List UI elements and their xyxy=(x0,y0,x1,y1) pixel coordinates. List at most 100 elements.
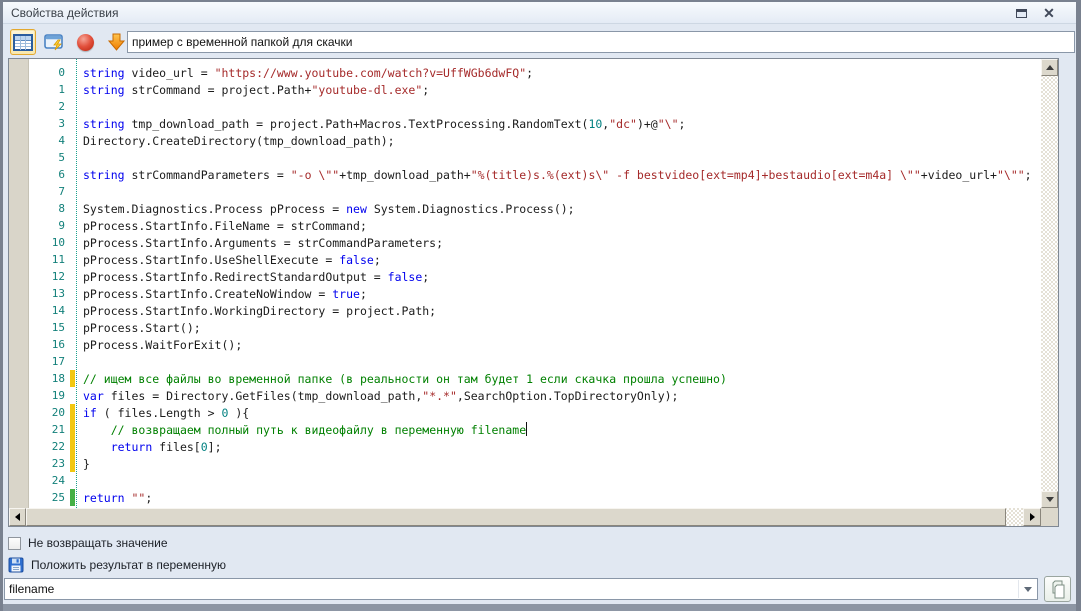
text-caret xyxy=(526,422,528,436)
change-marker xyxy=(70,455,75,472)
code-text: if ( files.Length > 0 ){ xyxy=(83,405,250,420)
line-number: 17 xyxy=(51,355,65,368)
code-text: System.Diagnostics.Process pProcess = ne… xyxy=(83,201,575,216)
code-line[interactable]: 18 // ищем все файлы во временной папке (… xyxy=(9,370,1040,387)
line-number: 18 xyxy=(51,372,65,385)
code-editor[interactable]: 0 string video_url = "https://www.youtube… xyxy=(8,58,1059,527)
change-marker xyxy=(70,251,75,268)
change-marker xyxy=(70,234,75,251)
run-button[interactable] xyxy=(103,29,129,55)
code-line[interactable]: 3 string tmp_download_path = project.Path… xyxy=(9,115,1040,132)
window-lightning-icon xyxy=(43,34,63,51)
arrow-down-icon xyxy=(1045,497,1054,502)
line-number: 16 xyxy=(51,338,65,351)
code-text: string strCommand = project.Path+"youtub… xyxy=(83,82,430,97)
line-number: 4 xyxy=(58,134,65,147)
line-number: 15 xyxy=(51,321,65,334)
code-text: string tmp_download_path = project.Path+… xyxy=(83,116,686,131)
code-line[interactable]: 20 if ( files.Length > 0 ){ xyxy=(9,404,1040,421)
code-line[interactable]: 11 pProcess.StartInfo.UseShellExecute = f… xyxy=(9,251,1040,268)
code-line[interactable]: 8 System.Diagnostics.Process pProcess = n… xyxy=(9,200,1040,217)
titlebar[interactable]: Свойства действия ✕ xyxy=(3,2,1076,24)
code-line[interactable]: 5 xyxy=(9,149,1040,166)
change-marker xyxy=(70,438,75,455)
toolbar xyxy=(3,25,1076,58)
line-number: 5 xyxy=(58,151,65,164)
change-marker xyxy=(70,336,75,353)
code-line[interactable]: 13 pProcess.StartInfo.CreateNoWindow = tr… xyxy=(9,285,1040,302)
code-line[interactable]: 19 var files = Directory.GetFiles(tmp_dow… xyxy=(9,387,1040,404)
change-marker xyxy=(70,387,75,404)
line-number: 24 xyxy=(51,474,65,487)
code-line[interactable]: 25 return ""; xyxy=(9,489,1040,506)
code-text: pProcess.StartInfo.UseShellExecute = fal… xyxy=(83,252,381,267)
scroll-up-button[interactable] xyxy=(1041,59,1058,76)
line-number: 13 xyxy=(51,287,65,300)
code-line[interactable]: 24 xyxy=(9,472,1040,489)
close-button[interactable]: ✕ xyxy=(1040,5,1058,21)
code-line[interactable]: 9 pProcess.StartInfo.FileName = strComman… xyxy=(9,217,1040,234)
scroll-right-button[interactable] xyxy=(1023,508,1041,526)
code-line[interactable]: 23} xyxy=(9,455,1040,472)
action-name-input[interactable] xyxy=(127,31,1075,53)
code-text: pProcess.StartInfo.CreateNoWindow = true… xyxy=(83,286,367,301)
change-marker xyxy=(70,115,75,132)
code-line[interactable]: 0 string video_url = "https://www.youtube… xyxy=(9,64,1040,81)
code-line[interactable]: 22 return files[0]; xyxy=(9,438,1040,455)
variable-combobox[interactable]: filename xyxy=(4,578,1038,600)
scroll-left-button[interactable] xyxy=(9,508,26,526)
code-line[interactable]: 17 xyxy=(9,353,1040,370)
change-marker xyxy=(70,404,75,421)
code-line[interactable]: 21 // возвращаем полный путь к видеофайл… xyxy=(9,421,1040,438)
code-line[interactable]: 10 pProcess.StartInfo.Arguments = strComm… xyxy=(9,234,1040,251)
code-line[interactable]: 15 pProcess.Start(); xyxy=(9,319,1040,336)
change-marker xyxy=(70,319,75,336)
line-number: 9 xyxy=(58,219,65,232)
line-number: 0 xyxy=(58,66,65,79)
horizontal-scroll-thumb[interactable] xyxy=(26,508,1006,526)
line-number: 20 xyxy=(51,406,65,419)
script-window-button[interactable] xyxy=(41,29,67,55)
record-icon xyxy=(76,33,94,51)
line-number: 22 xyxy=(51,440,65,453)
chevron-down-icon xyxy=(1023,586,1032,592)
down-arrow-icon xyxy=(107,33,125,51)
code-line[interactable]: 7 xyxy=(9,183,1040,200)
close-icon: ✕ xyxy=(1043,5,1055,21)
line-number: 21 xyxy=(51,423,65,436)
change-marker xyxy=(70,472,75,489)
no-return-checkbox[interactable] xyxy=(8,536,21,550)
grid-view-button[interactable] xyxy=(10,29,36,55)
change-marker xyxy=(70,183,75,200)
code-text: pProcess.StartInfo.RedirectStandardOutpu… xyxy=(83,269,430,284)
table-grid-icon xyxy=(13,33,33,51)
change-marker xyxy=(70,166,75,183)
arrow-left-icon xyxy=(15,513,20,521)
no-return-row[interactable]: Не возвращать значение xyxy=(8,536,168,550)
put-result-row[interactable]: Положить результат в переменную xyxy=(8,557,226,573)
line-number: 2 xyxy=(58,100,65,113)
window-bottom-edge xyxy=(0,604,1081,611)
change-marker xyxy=(70,132,75,149)
code-line[interactable]: 6 string strCommandParameters = "-o \""+t… xyxy=(9,166,1040,183)
line-number: 23 xyxy=(51,457,65,470)
change-marker xyxy=(70,302,75,319)
change-marker xyxy=(70,64,75,81)
line-number: 14 xyxy=(51,304,65,317)
copy-button[interactable] xyxy=(1044,576,1071,602)
code-line[interactable]: 12 pProcess.StartInfo.RedirectStandardOut… xyxy=(9,268,1040,285)
change-marker xyxy=(70,370,75,387)
code-line[interactable]: 14 pProcess.StartInfo.WorkingDirectory = … xyxy=(9,302,1040,319)
maximize-button[interactable] xyxy=(1012,5,1030,21)
code-line[interactable]: 1 string strCommand = project.Path+"youtu… xyxy=(9,81,1040,98)
horizontal-scrollbar[interactable] xyxy=(9,508,1041,526)
record-button[interactable] xyxy=(72,29,98,55)
scroll-down-button[interactable] xyxy=(1041,491,1058,508)
code-line[interactable]: 16 pProcess.WaitForExit(); xyxy=(9,336,1040,353)
combobox-dropdown-button[interactable] xyxy=(1018,580,1036,598)
code-line[interactable]: 4 Directory.CreateDirectory(tmp_download_… xyxy=(9,132,1040,149)
code-line[interactable]: 2 xyxy=(9,98,1040,115)
code-text: pProcess.WaitForExit(); xyxy=(83,337,243,352)
vertical-scrollbar[interactable] xyxy=(1041,59,1058,508)
arrow-right-icon xyxy=(1029,513,1035,521)
